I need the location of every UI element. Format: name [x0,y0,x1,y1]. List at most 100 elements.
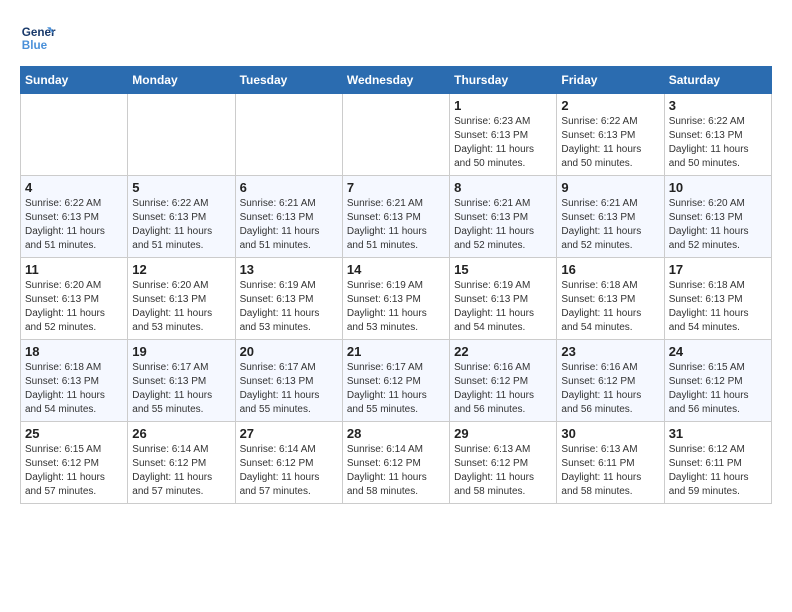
day-info: Sunrise: 6:22 AM Sunset: 6:13 PM Dayligh… [25,197,123,253]
day-info: Sunrise: 6:20 AM Sunset: 6:13 PM Dayligh… [669,197,767,253]
day-number: 31 [669,426,767,441]
day-number: 18 [25,344,123,359]
calendar-cell: 17Sunrise: 6:18 AM Sunset: 6:13 PM Dayli… [664,258,771,340]
day-info: Sunrise: 6:21 AM Sunset: 6:13 PM Dayligh… [347,197,445,253]
calendar-cell: 25 Sunrise: 6:15 AM Sunset: 6:12 PM Dayli… [21,422,128,504]
day-info: Sunrise: 6:20 AM Sunset: 6:13 PM Dayligh… [25,279,123,335]
day-info: Sunrise: 6:14 AM Sunset: 6:12 PM Dayligh… [347,443,445,499]
calendar-cell: 28Sunrise: 6:14 AM Sunset: 6:12 PM Dayli… [342,422,449,504]
logo: General Blue [20,20,62,56]
calendar-cell [21,94,128,176]
day-number: 27 [240,426,338,441]
day-info: Sunrise: 6:17 AM Sunset: 6:12 PM Dayligh… [347,361,445,417]
day-number: 14 [347,262,445,277]
day-number: 6 [240,180,338,195]
day-info: Sunrise: 6:15 AM Sunset: 6:12 PM Dayligh… [669,361,767,417]
calendar-cell [235,94,342,176]
calendar-cell: 23 Sunrise: 6:16 AM Sunset: 6:12 PM Dayli… [557,340,664,422]
day-number: 24 [669,344,767,359]
calendar-week-5: 25 Sunrise: 6:15 AM Sunset: 6:12 PM Dayli… [21,422,772,504]
calendar-table: SundayMondayTuesdayWednesdayThursdayFrid… [20,66,772,504]
day-info: Sunrise: 6:20 AM Sunset: 6:13 PM Dayligh… [132,279,230,335]
day-number: 25 [25,426,123,441]
calendar-week-4: 18 Sunrise: 6:18 AM Sunset: 6:13 PM Dayli… [21,340,772,422]
calendar-cell: 3Sunrise: 6:22 AM Sunset: 6:13 PM Daylig… [664,94,771,176]
calendar-cell: 20 Sunrise: 6:17 AM Sunset: 6:13 PM Dayli… [235,340,342,422]
calendar-cell: 12 Sunrise: 6:20 AM Sunset: 6:13 PM Dayli… [128,258,235,340]
day-info: Sunrise: 6:16 AM Sunset: 6:12 PM Dayligh… [454,361,552,417]
day-info: Sunrise: 6:19 AM Sunset: 6:13 PM Dayligh… [347,279,445,335]
day-number: 20 [240,344,338,359]
day-number: 2 [561,98,659,113]
calendar-week-3: 11 Sunrise: 6:20 AM Sunset: 6:13 PM Dayli… [21,258,772,340]
day-number: 23 [561,344,659,359]
day-number: 21 [347,344,445,359]
day-of-week-saturday: Saturday [664,67,771,94]
calendar-cell: 21 Sunrise: 6:17 AM Sunset: 6:12 PM Dayli… [342,340,449,422]
day-number: 4 [25,180,123,195]
day-number: 26 [132,426,230,441]
day-info: Sunrise: 6:12 AM Sunset: 6:11 PM Dayligh… [669,443,767,499]
calendar-week-2: 4 Sunrise: 6:22 AM Sunset: 6:13 PM Daylig… [21,176,772,258]
day-number: 9 [561,180,659,195]
header: General Blue [20,20,772,56]
day-number: 7 [347,180,445,195]
day-info: Sunrise: 6:18 AM Sunset: 6:13 PM Dayligh… [25,361,123,417]
day-number: 3 [669,98,767,113]
calendar-cell: 14 Sunrise: 6:19 AM Sunset: 6:13 PM Dayli… [342,258,449,340]
day-number: 13 [240,262,338,277]
calendar-cell: 1 Sunrise: 6:23 AM Sunset: 6:13 PM Daylig… [450,94,557,176]
calendar-cell: 5Sunrise: 6:22 AM Sunset: 6:13 PM Daylig… [128,176,235,258]
day-number: 29 [454,426,552,441]
day-info: Sunrise: 6:19 AM Sunset: 6:13 PM Dayligh… [454,279,552,335]
day-number: 15 [454,262,552,277]
day-info: Sunrise: 6:21 AM Sunset: 6:13 PM Dayligh… [240,197,338,253]
day-number: 1 [454,98,552,113]
day-number: 8 [454,180,552,195]
calendar-cell: 10Sunrise: 6:20 AM Sunset: 6:13 PM Dayli… [664,176,771,258]
day-number: 17 [669,262,767,277]
day-of-week-tuesday: Tuesday [235,67,342,94]
day-number: 12 [132,262,230,277]
day-info: Sunrise: 6:13 AM Sunset: 6:11 PM Dayligh… [561,443,659,499]
calendar-cell: 11 Sunrise: 6:20 AM Sunset: 6:13 PM Dayli… [21,258,128,340]
day-of-week-wednesday: Wednesday [342,67,449,94]
calendar-cell: 22 Sunrise: 6:16 AM Sunset: 6:12 PM Dayli… [450,340,557,422]
calendar-cell: 30 Sunrise: 6:13 AM Sunset: 6:11 PM Dayli… [557,422,664,504]
calendar-cell: 15 Sunrise: 6:19 AM Sunset: 6:13 PM Dayli… [450,258,557,340]
day-number: 11 [25,262,123,277]
calendar-cell: 24 Sunrise: 6:15 AM Sunset: 6:12 PM Dayli… [664,340,771,422]
day-of-week-monday: Monday [128,67,235,94]
calendar-cell: 9 Sunrise: 6:21 AM Sunset: 6:13 PM Daylig… [557,176,664,258]
calendar-cell: 19Sunrise: 6:17 AM Sunset: 6:13 PM Dayli… [128,340,235,422]
calendar-cell [128,94,235,176]
day-info: Sunrise: 6:19 AM Sunset: 6:13 PM Dayligh… [240,279,338,335]
day-number: 30 [561,426,659,441]
calendar-cell: 13 Sunrise: 6:19 AM Sunset: 6:13 PM Dayli… [235,258,342,340]
calendar-cell: 16Sunrise: 6:18 AM Sunset: 6:13 PM Dayli… [557,258,664,340]
day-number: 16 [561,262,659,277]
calendar-cell: 18 Sunrise: 6:18 AM Sunset: 6:13 PM Dayli… [21,340,128,422]
day-of-week-thursday: Thursday [450,67,557,94]
calendar-cell: 7 Sunrise: 6:21 AM Sunset: 6:13 PM Daylig… [342,176,449,258]
calendar-cell [342,94,449,176]
calendar-cell: 26 Sunrise: 6:14 AM Sunset: 6:12 PM Dayli… [128,422,235,504]
day-of-week-friday: Friday [557,67,664,94]
day-info: Sunrise: 6:16 AM Sunset: 6:12 PM Dayligh… [561,361,659,417]
calendar-cell: 4 Sunrise: 6:22 AM Sunset: 6:13 PM Daylig… [21,176,128,258]
day-info: Sunrise: 6:15 AM Sunset: 6:12 PM Dayligh… [25,443,123,499]
calendar-cell: 27Sunrise: 6:14 AM Sunset: 6:12 PM Dayli… [235,422,342,504]
calendar-week-1: 1 Sunrise: 6:23 AM Sunset: 6:13 PM Daylig… [21,94,772,176]
day-number: 5 [132,180,230,195]
day-info: Sunrise: 6:14 AM Sunset: 6:12 PM Dayligh… [132,443,230,499]
day-info: Sunrise: 6:23 AM Sunset: 6:13 PM Dayligh… [454,115,552,171]
day-info: Sunrise: 6:21 AM Sunset: 6:13 PM Dayligh… [561,197,659,253]
day-info: Sunrise: 6:13 AM Sunset: 6:12 PM Dayligh… [454,443,552,499]
calendar-cell: 6 Sunrise: 6:21 AM Sunset: 6:13 PM Daylig… [235,176,342,258]
logo-icon: General Blue [20,20,56,56]
day-info: Sunrise: 6:21 AM Sunset: 6:13 PM Dayligh… [454,197,552,253]
calendar-cell: 8 Sunrise: 6:21 AM Sunset: 6:13 PM Daylig… [450,176,557,258]
day-number: 22 [454,344,552,359]
day-info: Sunrise: 6:22 AM Sunset: 6:13 PM Dayligh… [561,115,659,171]
day-info: Sunrise: 6:17 AM Sunset: 6:13 PM Dayligh… [240,361,338,417]
